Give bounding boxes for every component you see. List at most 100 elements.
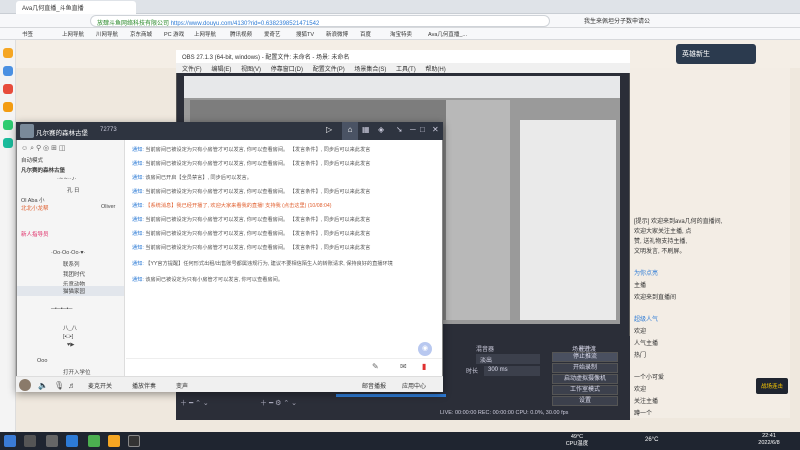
bookmark[interactable]: 京东商城 [130, 30, 152, 38]
start-icon[interactable] [4, 435, 16, 447]
menu-tools[interactable]: 工具(T) [396, 67, 416, 73]
bookmark[interactable]: PC 游戏 [164, 30, 184, 38]
menu-scene-collection[interactable]: 场景集合(S) [354, 67, 386, 73]
obs-menu-bar: 文件(F) 编辑(E) 视图(V) 停靠窗口(D) 配置文件(P) 场景集合(S… [176, 63, 630, 73]
bookmark[interactable]: 书签 [22, 30, 33, 38]
home-icon[interactable]: ⌂ [342, 122, 358, 140]
search-icon[interactable] [24, 435, 36, 447]
sidebar-icons[interactable]: ☺ ⌕ ⚲ ◎ ⊞ ◫ [21, 144, 66, 153]
start-record-button[interactable]: 开始录制 [552, 363, 618, 373]
taskview-icon[interactable] [46, 435, 58, 447]
bookmark[interactable]: 川网导航 [96, 30, 118, 38]
member-line[interactable]: 联系列 [63, 260, 80, 268]
menu-file[interactable]: 文件(F) [182, 67, 202, 73]
grid-icon[interactable]: ▦ [362, 125, 370, 134]
app-icon[interactable] [3, 138, 13, 148]
member-line[interactable]: 猫猫家园 [63, 287, 85, 295]
bookmark[interactable]: 爱奇艺 [264, 30, 281, 38]
bookmark[interactable]: 搜狐TV [296, 30, 314, 38]
close-icon[interactable]: ✕ [432, 125, 439, 134]
minimize-icon[interactable]: ─ [410, 125, 416, 134]
transition-select[interactable]: 淡出 [476, 354, 540, 364]
combo-badge: 战场连击 [756, 378, 788, 394]
member-line[interactable]: 打开入学位 [63, 368, 91, 376]
msg-text: 【YY官方提醒】任何形式出租/出售账号都属违规行为, 建议不要相信陌生人的转账请… [145, 261, 393, 267]
member-line[interactable]: ♥▶ [67, 342, 75, 348]
menu-view[interactable]: 视图(V) [241, 67, 261, 73]
member-line[interactable]: ·∼∼··♪· [57, 176, 76, 182]
member-line[interactable]: 孔 日 [67, 186, 80, 194]
member-line[interactable]: 我团时代 [63, 270, 85, 278]
member-line[interactable]: ─•─•─•─ [51, 306, 72, 312]
member-line[interactable]: Ooo [37, 358, 47, 364]
member-line[interactable]: 八_八 [63, 324, 77, 332]
user-avatar[interactable] [19, 379, 31, 391]
stop-stream-button[interactable]: 停止推流 [552, 352, 618, 362]
menu-help[interactable]: 帮助(H) [425, 67, 445, 73]
browser-tab-active[interactable]: Ava几何直播_斗鱼直播 [16, 1, 136, 14]
scroll-bottom-icon[interactable]: ◉ [418, 342, 432, 356]
mic-toggle[interactable]: 麦克开关 [88, 381, 112, 390]
voice-broadcast[interactable]: 邮音播报 [362, 381, 386, 390]
play-icon[interactable]: ▷ [326, 125, 332, 134]
maximize-icon[interactable]: □ [420, 125, 425, 134]
member-line[interactable]: Ol Aba 小 [21, 196, 45, 204]
bookmark[interactable]: 腾讯视频 [230, 30, 252, 38]
volume-slider[interactable] [336, 394, 446, 397]
message: 通知: 【系统消息】我已经开播了, 欢迎大家来看我的直播! 支持我 (点击这里)… [132, 202, 438, 209]
share-icon[interactable]: ➘ [396, 125, 403, 134]
obs-icon[interactable] [128, 435, 140, 447]
url-input[interactable]: 放肆斗鱼网络科技有限公司 https://www.douyu.com/4130?… [90, 15, 550, 27]
member-line[interactable]: ·Oo·Oo·Oo·♥· [51, 250, 85, 256]
wechat-icon[interactable] [3, 120, 13, 130]
menu-profile[interactable]: 配置文件(P) [313, 67, 345, 73]
headset-icon[interactable]: ♬ [68, 381, 76, 390]
member-line[interactable]: 凡尔赛的森林古堡 [21, 166, 65, 174]
clock[interactable]: 22:41 2022/6/8 [752, 433, 786, 447]
bookmark[interactable]: Ava几何直播_... [428, 30, 467, 38]
studio-mode-button[interactable]: 工作室模式 [552, 385, 618, 395]
weather-widget[interactable]: 26°C [645, 437, 658, 443]
yy-icon[interactable] [108, 435, 120, 447]
member-line[interactable]: [•□•] [63, 334, 73, 340]
group-avatar[interactable] [20, 124, 34, 138]
bookmark[interactable]: 上网导航 [194, 30, 216, 38]
member-line[interactable]: 新人指导员 [21, 230, 49, 238]
duration-input[interactable]: 300 ms [484, 366, 540, 376]
mixer-title: 混音器 [476, 347, 495, 353]
game-icon[interactable]: ◈ [378, 125, 384, 134]
virtual-camera-button[interactable]: 启动虚拟摄像机 [552, 374, 618, 384]
mode-select[interactable]: 自动模式 [21, 156, 43, 164]
chat-line: 赞, 送礼物支持主播, [634, 239, 688, 245]
member-line[interactable]: 北北小龙帮 [21, 204, 49, 212]
ad-banner[interactable]: 英雄新生 [676, 44, 756, 64]
game-icon[interactable] [3, 102, 13, 112]
menu-docks[interactable]: 停靠窗口(D) [271, 67, 303, 73]
bookmark[interactable]: 百度 [360, 30, 371, 38]
bookmark[interactable]: 淘宝特卖 [390, 30, 412, 38]
chat-bubble-icon[interactable]: ✉ [400, 362, 407, 371]
send-icon[interactable]: ▮ [422, 362, 426, 371]
browser-side-toolbar [0, 40, 16, 432]
mic-icon[interactable]: 🎙 [54, 381, 64, 390]
app-center[interactable]: 应用中心 [402, 381, 426, 390]
app-icon[interactable] [88, 435, 100, 447]
hot-search[interactable]: 我生来佩坦分子数申请公 [584, 16, 650, 25]
settings-button[interactable]: 设置 [552, 396, 618, 406]
menu-edit[interactable]: 编辑(E) [211, 67, 231, 73]
favorites-icon[interactable] [3, 48, 13, 58]
group-id: 72773 [100, 127, 117, 133]
chat-line: 超级人气 [634, 317, 659, 323]
msg-text: 该房间已被设定为只有小房管才可以发言, 你可以查看房间。 [145, 277, 284, 283]
bookmark[interactable]: 新浪微博 [326, 30, 348, 38]
speaker-icon[interactable]: 🔈 [38, 381, 48, 390]
voice-change[interactable]: 变声 [176, 381, 188, 390]
browser-icon[interactable] [66, 435, 78, 447]
member-line[interactable]: Oliver [101, 204, 115, 210]
emoji-icon[interactable]: ✎ [372, 362, 379, 371]
bookmark[interactable]: 上网导航 [62, 30, 84, 38]
mail-icon[interactable] [3, 66, 13, 76]
weibo-icon[interactable] [3, 84, 13, 94]
play-music[interactable]: 播放伴奏 [132, 381, 156, 390]
message-input[interactable]: ✎ ✉ ▮ [126, 358, 442, 376]
